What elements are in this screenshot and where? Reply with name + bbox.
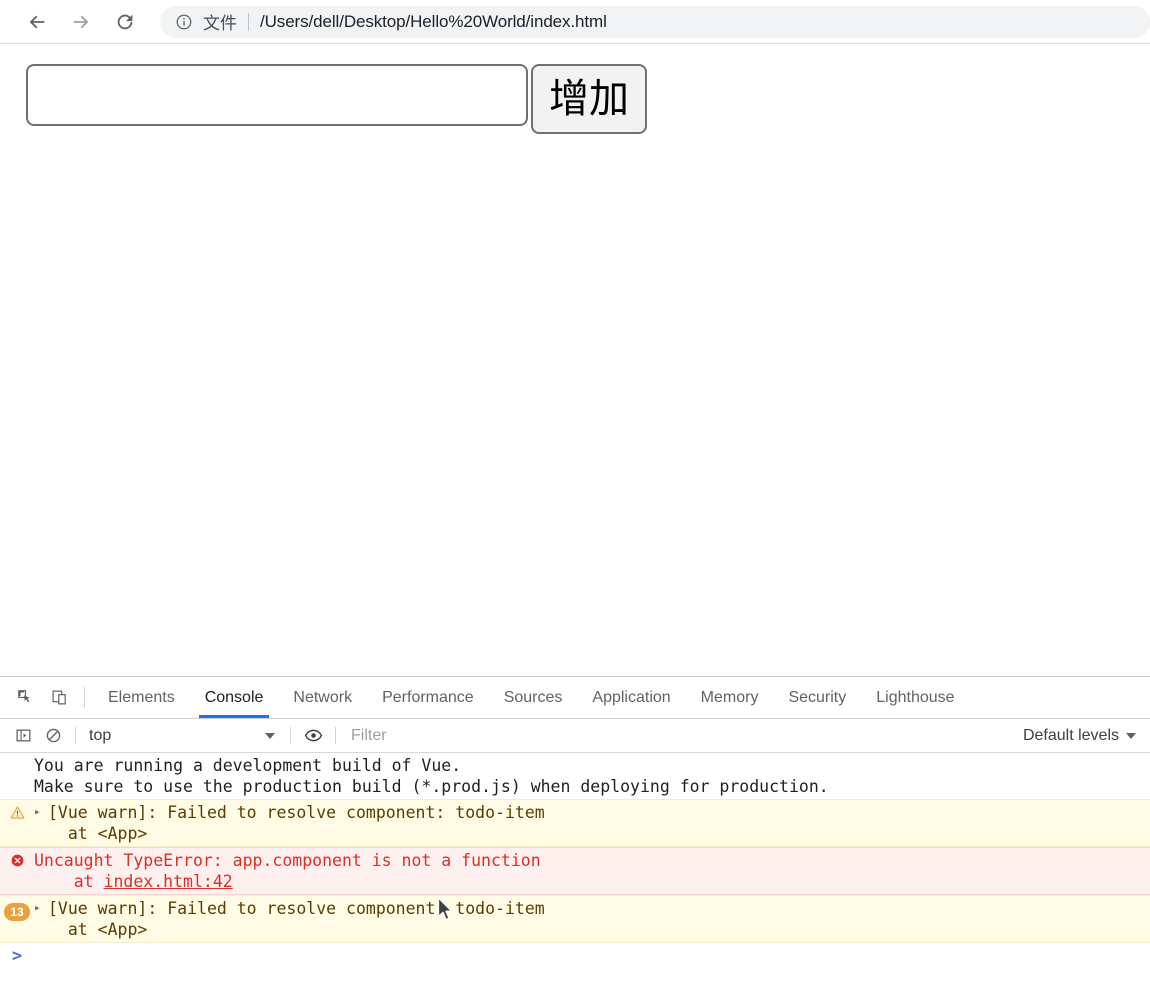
omnibox-scheme-label: 文件 bbox=[203, 14, 237, 34]
tab-lighthouse[interactable]: Lighthouse bbox=[861, 677, 969, 718]
console-warning-grouped-line2: at <App> bbox=[48, 920, 148, 939]
log-levels-dropdown[interactable]: Default levels bbox=[1013, 727, 1150, 745]
back-arrow-icon bbox=[29, 15, 45, 28]
console-toolbar: top Default levels bbox=[0, 719, 1150, 753]
chevron-down-icon bbox=[1126, 732, 1136, 739]
tab-console[interactable]: Console bbox=[190, 677, 279, 718]
inspect-element-icon[interactable] bbox=[8, 677, 42, 718]
back-button[interactable] bbox=[18, 3, 56, 41]
clear-console-icon[interactable] bbox=[38, 723, 68, 749]
tab-security[interactable]: Security bbox=[773, 677, 861, 718]
log-levels-label: Default levels bbox=[1022, 726, 1119, 744]
console-message-error[interactable]: Uncaught TypeError: app.component is not… bbox=[0, 847, 1150, 895]
console-info-line2: Make sure to use the production build (*… bbox=[34, 777, 829, 796]
toolbar-separator-3 bbox=[335, 727, 336, 744]
chevron-down-icon bbox=[265, 732, 275, 739]
forward-button[interactable] bbox=[62, 3, 100, 41]
expand-arrow-icon[interactable]: ▸ bbox=[34, 802, 48, 817]
live-expression-icon[interactable] bbox=[298, 723, 328, 749]
console-warning-line2: at <App> bbox=[48, 824, 148, 843]
device-toolbar-icon[interactable] bbox=[42, 677, 76, 718]
console-prompt[interactable]: > bbox=[0, 943, 1150, 966]
reload-icon bbox=[117, 14, 133, 29]
add-todo-button[interactable]: 增加 bbox=[531, 64, 647, 134]
info-circle-icon[interactable] bbox=[174, 12, 194, 32]
console-message-info[interactable]: You are running a development build of V… bbox=[0, 753, 1150, 799]
prompt-chevron-icon: > bbox=[11, 946, 23, 966]
tab-sources[interactable]: Sources bbox=[489, 677, 578, 718]
tab-elements[interactable]: Elements bbox=[93, 677, 190, 718]
message-count-badge: 13 bbox=[4, 903, 30, 921]
console-message-warning[interactable]: ▸ [Vue warn]: Failed to resolve componen… bbox=[0, 799, 1150, 847]
console-warning-grouped-line1: [Vue warn]: Failed to resolve component:… bbox=[48, 899, 545, 918]
browser-toolbar: 文件 /Users/dell/Desktop/Hello%20World/ind… bbox=[0, 0, 1150, 44]
console-info-line1: You are running a development build of V… bbox=[34, 756, 462, 775]
console-message-warning-grouped[interactable]: 13 ▸ [Vue warn]: Failed to resolve compo… bbox=[0, 895, 1150, 943]
console-sidebar-icon[interactable] bbox=[8, 723, 38, 749]
page-viewport: 增加 bbox=[0, 44, 1150, 676]
console-warning-line1: [Vue warn]: Failed to resolve component:… bbox=[48, 803, 545, 822]
console-error-line2-prefix: at bbox=[34, 872, 104, 891]
toolbar-separator-2 bbox=[290, 727, 291, 744]
console-filter-input[interactable] bbox=[343, 722, 1013, 749]
tab-performance[interactable]: Performance bbox=[367, 677, 489, 718]
devtools-panel: Elements Console Network Performance Sou… bbox=[0, 676, 1150, 989]
tab-network[interactable]: Network bbox=[278, 677, 367, 718]
expand-arrow-icon[interactable]: ▸ bbox=[34, 898, 48, 913]
omnibox-url-text: /Users/dell/Desktop/Hello%20World/index.… bbox=[260, 11, 607, 31]
reload-button[interactable] bbox=[106, 3, 144, 41]
forward-arrow-icon bbox=[73, 15, 89, 28]
console-error-line1: Uncaught TypeError: app.component is not… bbox=[34, 851, 541, 870]
todo-text-input[interactable] bbox=[26, 64, 528, 126]
tab-memory[interactable]: Memory bbox=[686, 677, 774, 718]
warning-triangle-icon bbox=[0, 802, 34, 820]
devtools-tabbar: Elements Console Network Performance Sou… bbox=[0, 677, 1150, 719]
todo-add-form: 增加 bbox=[26, 64, 1150, 134]
execution-context-value: top bbox=[89, 726, 112, 744]
execution-context-dropdown[interactable]: top bbox=[83, 727, 283, 745]
tab-application[interactable]: Application bbox=[577, 677, 685, 718]
console-error-source-link[interactable]: index.html:42 bbox=[104, 872, 233, 891]
toolbar-separator-1 bbox=[75, 727, 76, 744]
omnibox-divider bbox=[248, 12, 249, 31]
error-circle-icon bbox=[0, 850, 34, 868]
omnibox[interactable]: 文件 /Users/dell/Desktop/Hello%20World/ind… bbox=[160, 5, 1150, 38]
tabbar-separator bbox=[84, 687, 85, 708]
console-message-list[interactable]: You are running a development build of V… bbox=[0, 753, 1150, 989]
